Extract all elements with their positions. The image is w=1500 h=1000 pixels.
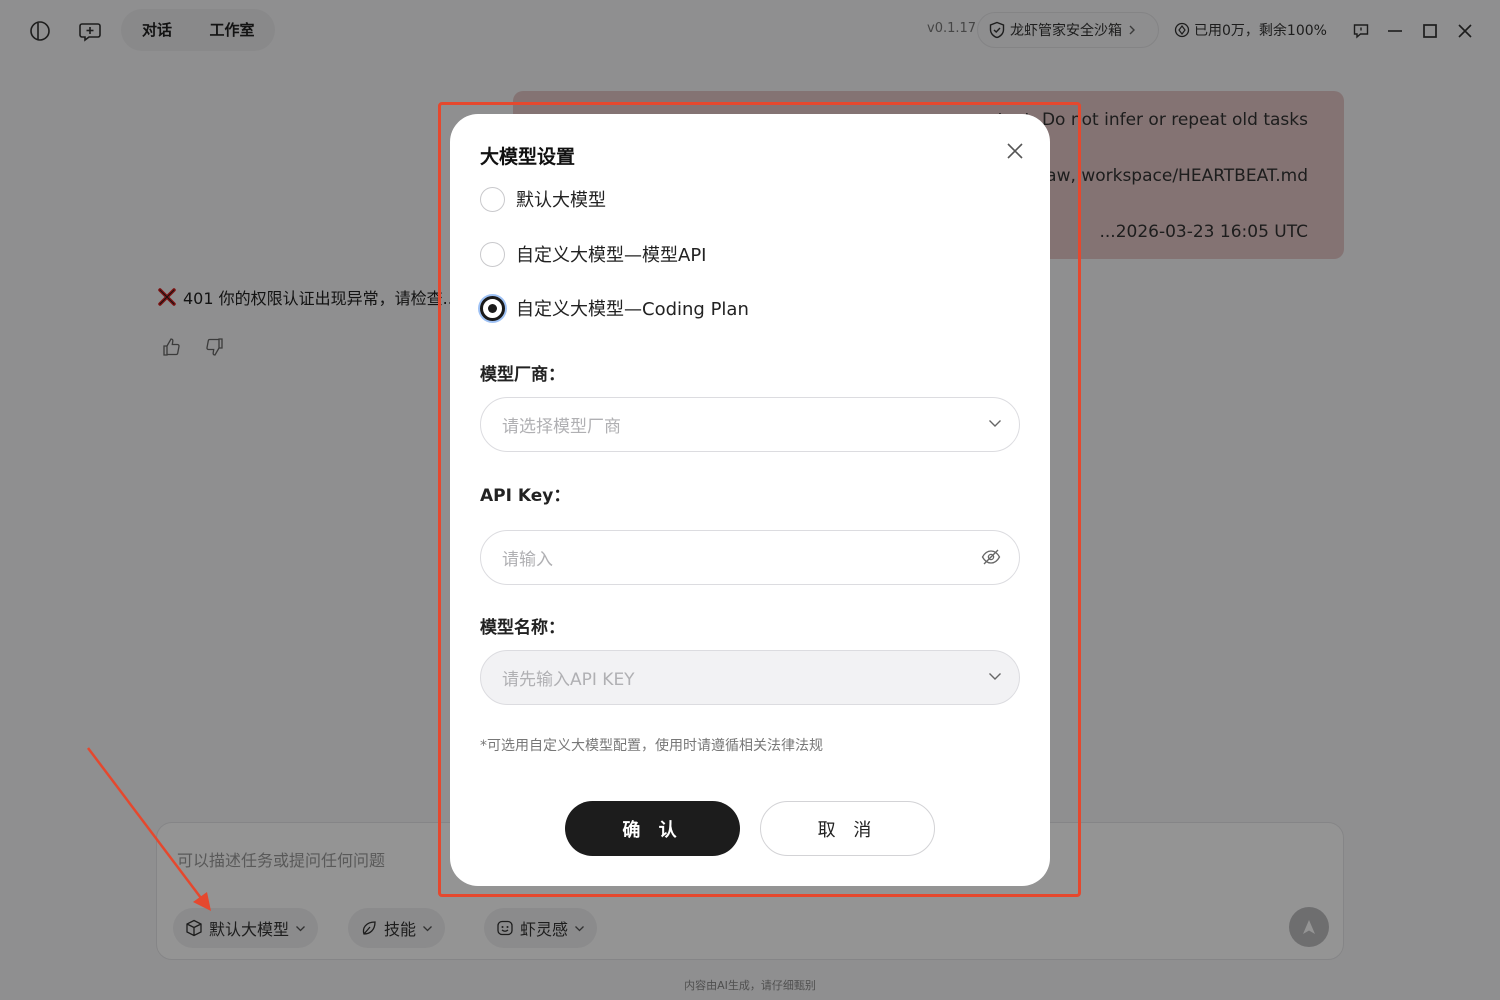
close-icon[interactable] bbox=[1004, 140, 1026, 162]
model-name-select[interactable]: 请先输入API KEY bbox=[480, 650, 1020, 705]
option-label: 默认大模型 bbox=[516, 190, 606, 211]
dialog-title: 大模型设置 bbox=[480, 146, 576, 168]
model-name-placeholder: 请先输入API KEY bbox=[502, 670, 635, 690]
chevron-down-icon bbox=[987, 668, 1003, 684]
chevron-down-icon bbox=[987, 415, 1003, 431]
option-label: 自定义大模型—Coding Plan bbox=[516, 299, 749, 320]
vendor-label: 模型厂商： bbox=[480, 365, 565, 385]
radio-button-selected[interactable] bbox=[480, 295, 505, 321]
eye-off-icon[interactable] bbox=[981, 548, 1001, 566]
annotation-arrow bbox=[80, 740, 220, 924]
option-coding-plan[interactable]: 自定义大模型—Coding Plan bbox=[480, 295, 749, 321]
confirm-button[interactable]: 确 认 bbox=[565, 801, 740, 856]
apikey-label: API Key： bbox=[480, 486, 571, 506]
radio-button[interactable] bbox=[480, 186, 505, 212]
apikey-input[interactable]: 请输入 bbox=[480, 530, 1020, 585]
vendor-select[interactable]: 请选择模型厂商 bbox=[480, 397, 1020, 452]
option-custom-api[interactable]: 自定义大模型—模型API bbox=[480, 241, 706, 267]
option-label: 自定义大模型—模型API bbox=[516, 245, 707, 266]
legal-hint: *可选用自定义大模型配置，使用时请遵循相关法律法规 bbox=[480, 738, 823, 754]
vendor-placeholder: 请选择模型厂商 bbox=[502, 417, 621, 437]
model-settings-dialog: 大模型设置 默认大模型 自定义大模型—模型API 自定义大模型—Coding P… bbox=[450, 114, 1050, 886]
model-name-label: 模型名称： bbox=[480, 618, 565, 638]
option-default-model[interactable]: 默认大模型 bbox=[480, 186, 606, 212]
radio-button[interactable] bbox=[480, 241, 505, 267]
cancel-button[interactable]: 取 消 bbox=[760, 801, 935, 856]
apikey-placeholder: 请输入 bbox=[502, 550, 553, 570]
